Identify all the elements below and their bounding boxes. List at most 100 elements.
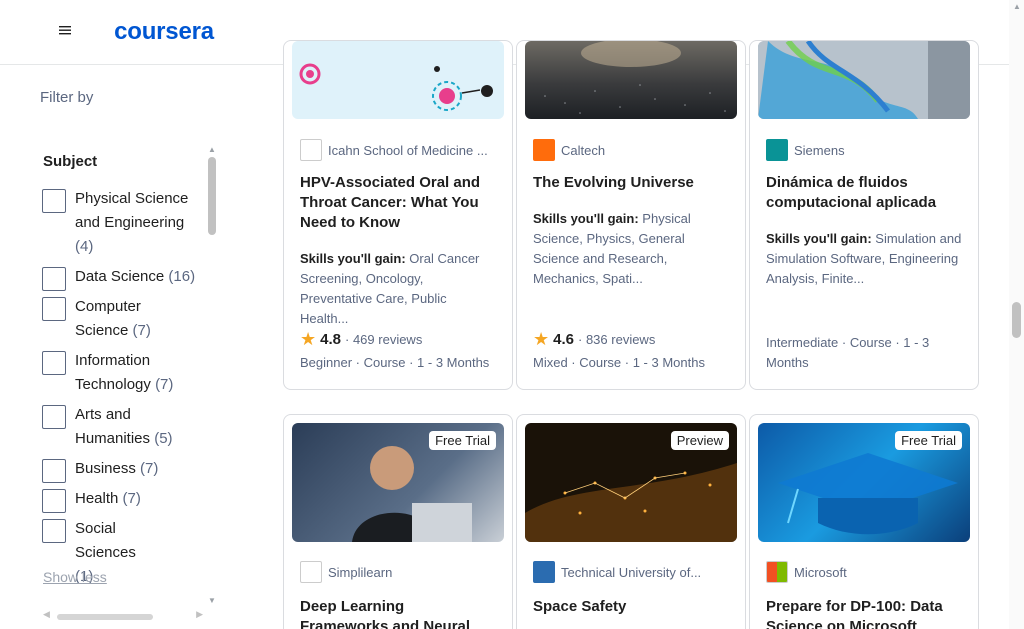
course-card[interactable]: Caltech The Evolving Universe Skills you… [516,40,746,390]
checkbox[interactable] [42,519,66,543]
subject-item-business[interactable]: Business (7) [42,457,158,483]
hscrollbar-thumb[interactable] [57,614,153,620]
subject-count: (7) [132,322,151,339]
checkbox[interactable] [42,189,66,213]
star-icon: ★ [300,329,317,349]
skills-text: Skills you'll gain: Physical Science, Ph… [533,209,729,289]
partner-row: Technical University of... [533,561,701,583]
subject-label: Health [75,490,119,507]
course-image: Free Trial [292,423,504,542]
subject-count: (7) [122,490,141,507]
subject-count: (5) [154,430,173,447]
rating-row: ★ 4.6 · 836 reviews [533,329,656,349]
rating-value: 4.6 [553,331,574,348]
review-count: 469 reviews [352,332,423,347]
scroll-up-icon[interactable]: ▲ [1013,2,1021,11]
course-card[interactable]: Free Trial Microsoft Prepare for DP-100:… [749,414,979,629]
partner-name: Caltech [561,142,606,158]
subject-item-data-science[interactable]: Data Science (16) [42,265,195,291]
course-badge: Free Trial [895,431,962,450]
partner-logo [533,561,555,583]
subject-heading: Subject [43,153,98,170]
filter-sidebar: Filter by Subject Physical Science and E… [0,65,270,629]
course-card[interactable]: Preview Technical University of... Space… [516,414,746,629]
course-badge: Preview [670,431,729,450]
course-image [525,41,737,119]
subject-label: Social Sciences [75,520,136,561]
subject-count: (4) [75,238,94,255]
checkbox[interactable] [42,489,66,513]
course-badge: Free Trial [429,431,496,450]
course-title[interactable]: The Evolving Universe [533,173,729,193]
course-card[interactable]: Siemens Dinámica de fluidos computaciona… [749,40,979,390]
partner-logo [300,139,322,161]
subject-label: Information Technology [75,352,151,393]
subject-count: (7) [140,460,159,477]
subject-label: Business [75,460,136,477]
rating-row: ★ 4.8 · 469 reviews [300,329,423,349]
course-title[interactable]: HPV-Associated Oral and Throat Cancer: W… [300,173,496,233]
skills-label: Skills you'll gain: [533,211,639,226]
course-title[interactable]: Dinámica de fluidos computacional aplica… [766,173,962,213]
scroll-left-icon[interactable]: ◀ [43,609,50,620]
checkbox[interactable] [42,267,66,291]
scrollbar-thumb[interactable] [208,157,216,235]
subject-list-scrollbar[interactable]: ▲ ▼ [207,145,217,605]
partner-name: Microsoft [794,564,847,580]
course-title[interactable]: Deep Learning Frameworks and Neural Netw… [300,597,496,629]
subject-item-information-technology[interactable]: Information Technology (7) [42,349,185,397]
checkbox[interactable] [42,297,66,321]
page-scrollbar-thumb[interactable] [1012,302,1021,338]
checkbox[interactable] [42,351,66,375]
hamburger-icon [59,26,71,35]
skills-label: Skills you'll gain: [300,251,406,266]
course-image [758,41,970,119]
course-card[interactable]: Free Trial Simplilearn Deep Learning Fra… [283,414,513,629]
checkbox[interactable] [42,405,66,429]
course-image: Free Trial [758,423,970,542]
subject-count: (16) [168,268,196,285]
subject-item-arts-humanities[interactable]: Arts and Humanities (5) [42,403,187,451]
logo-text: coursera [114,18,214,45]
course-card[interactable]: Icahn School of Medicine ... HPV-Associa… [283,40,513,390]
filter-by-heading: Filter by [40,89,94,106]
partner-row: Microsoft [766,561,847,583]
scroll-down-icon[interactable]: ▼ [208,596,216,605]
scroll-up-icon[interactable]: ▲ [208,145,216,154]
partner-logo [533,139,555,161]
course-image [292,41,504,119]
course-meta: Intermediate · Course · 1 - 3 Months [766,335,930,370]
subject-item-health[interactable]: Health (7) [42,487,141,513]
subject-item-computer-science[interactable]: Computer Science (7) [42,295,175,343]
skills-text: Skills you'll gain: Oral Cancer Screenin… [300,249,496,329]
course-meta: Beginner · Course · 1 - 3 Months [300,355,490,370]
hamburger-menu-button[interactable] [47,6,83,54]
subject-item-physical-science[interactable]: Physical Science and Engineering (4) [42,187,197,259]
star-icon: ★ [533,329,550,349]
skills-text: Skills you'll gain: Simulation and Simul… [766,229,962,289]
partner-logo [766,139,788,161]
subject-label: Data Science [75,268,165,285]
skills-label: Skills you'll gain: [766,231,872,246]
checkbox[interactable] [42,459,66,483]
subject-label: Physical Science and Engineering [75,190,189,231]
review-count: 836 reviews [585,332,656,347]
course-meta: Mixed · Course · 1 - 3 Months [533,355,705,370]
subject-list-hscrollbar[interactable]: ◀ ▶ [43,609,203,622]
page-scrollbar[interactable]: ▲ [1009,0,1024,629]
scroll-right-icon[interactable]: ▶ [196,609,203,620]
partner-name: Siemens [794,142,845,158]
show-less-link[interactable]: Show less [43,569,107,585]
partner-logo [300,561,322,583]
partner-logo [766,561,788,583]
partner-row: Simplilearn [300,561,392,583]
coursera-logo[interactable]: coursera [84,6,244,58]
course-title[interactable]: Prepare for DP-100: Data Science on Micr… [766,597,962,629]
subject-filter-list: Subject Physical Science and Engineering… [40,145,220,605]
subject-label: Computer Science [75,298,141,339]
partner-row: Icahn School of Medicine ... [300,139,488,161]
subject-count: (7) [155,376,174,393]
partner-name: Technical University of... [561,564,702,580]
partner-name: Icahn School of Medicine ... [328,142,488,158]
course-title[interactable]: Space Safety [533,597,729,617]
